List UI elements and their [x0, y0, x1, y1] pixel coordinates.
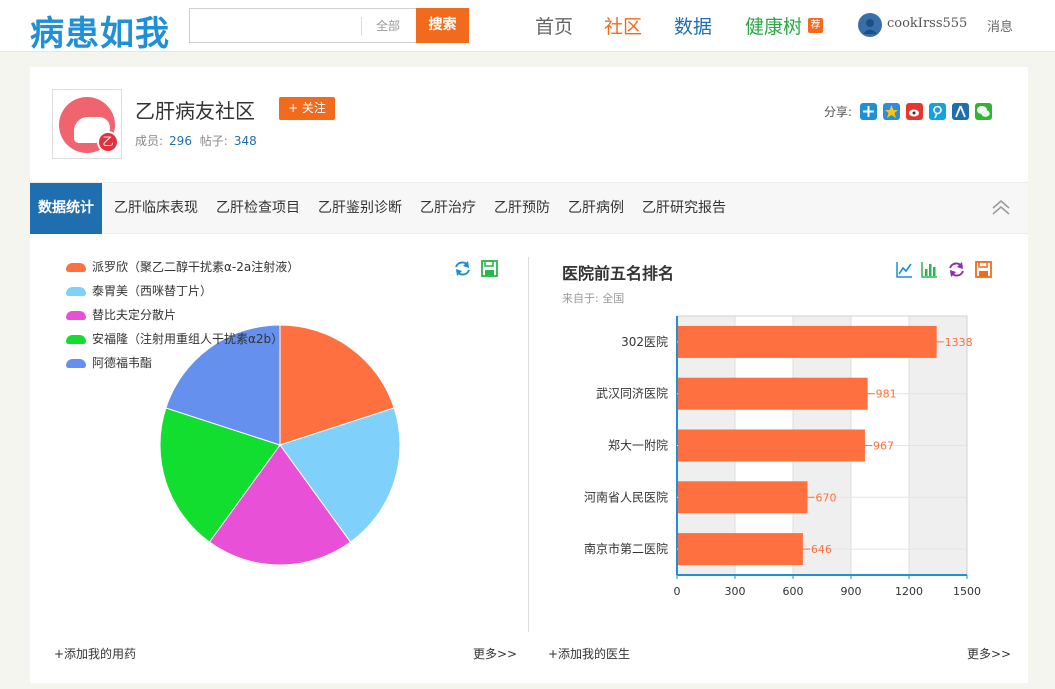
bar[interactable]: [678, 429, 865, 462]
data-label: 646: [811, 543, 832, 556]
tab-bar: 数据统计 乙肝临床表现 乙肝检查项目 乙肝鉴别诊断 乙肝治疗 乙肝预防 乙肝病例…: [30, 182, 1028, 234]
legend-label: 安福隆（注射用重组人干扰素α2b）: [92, 332, 284, 346]
posts-count[interactable]: 348: [234, 134, 257, 148]
share-weibo-icon[interactable]: [906, 103, 923, 120]
share-wechat-icon[interactable]: [975, 103, 992, 120]
category-label: 武汉同济医院: [596, 386, 668, 401]
x-tick-label: 0: [674, 585, 681, 598]
x-tick-label: 300: [725, 585, 746, 598]
user-name[interactable]: cookIrss555: [887, 16, 967, 31]
search-scope-select[interactable]: 全部: [361, 17, 400, 36]
bar[interactable]: [678, 481, 808, 514]
legend-swatch: [66, 311, 86, 320]
user-silhouette-icon: [863, 19, 877, 34]
legend-item[interactable]: 替比夫定分散片: [66, 307, 176, 323]
nav-home[interactable]: 首页: [535, 12, 573, 39]
tab-exams[interactable]: 乙肝检查项目: [216, 183, 300, 234]
category-label: 302医院: [621, 335, 668, 349]
data-source: 来自于: 全国: [562, 292, 625, 305]
posts-label: 帖子:: [199, 134, 228, 148]
tab-clinical[interactable]: 乙肝临床表现: [114, 183, 198, 234]
hospital-ranking-title: 医院前五名排名: [562, 264, 675, 283]
search-input[interactable]: [194, 13, 354, 38]
share-renren-icon[interactable]: [952, 103, 969, 120]
x-tick-label: 600: [783, 585, 804, 598]
x-tick-label: 1500: [953, 585, 981, 598]
x-tick-label: 900: [841, 585, 862, 598]
category-label: 南京市第二医院: [584, 541, 668, 556]
legend-label: 泰胃美（西咪替丁片）: [92, 284, 213, 298]
legend-item[interactable]: 派罗欣（聚乙二醇干扰素α-2a注射液）: [66, 259, 299, 275]
share-label: 分享:: [824, 105, 853, 119]
tab-data-stats[interactable]: 数据统计: [30, 183, 102, 234]
group-stats: 成员: 296 帖子: 348: [135, 132, 261, 149]
add-medication-link[interactable]: +添加我的用药: [54, 645, 136, 662]
bar[interactable]: [678, 325, 937, 358]
tab-treatment[interactable]: 乙肝治疗: [420, 183, 476, 234]
legend-swatch: [66, 287, 86, 296]
bar[interactable]: [678, 533, 803, 566]
refresh-icon[interactable]: [453, 259, 472, 278]
bar[interactable]: [678, 377, 868, 410]
tab-diagnosis[interactable]: 乙肝鉴别诊断: [318, 183, 402, 234]
share-tencent-icon[interactable]: [929, 103, 946, 120]
search-box: 全部: [189, 8, 418, 43]
user-avatar[interactable]: [858, 13, 882, 37]
messages-link[interactable]: 消息: [987, 16, 1013, 35]
x-tick-label: 1200: [895, 585, 923, 598]
add-doctor-link[interactable]: +添加我的医生: [548, 645, 630, 662]
group-logo: 乙: [52, 89, 122, 159]
group-logo-badge: 乙: [97, 131, 119, 153]
legend-label: 阿德福韦酯: [92, 356, 153, 370]
nav-data[interactable]: 数据: [674, 12, 712, 39]
line-chart-icon[interactable]: [895, 260, 914, 279]
nav-community[interactable]: 社区: [604, 12, 642, 39]
community-card: 乙 乙肝病友社区 + 关注 成员: 296 帖子: 348 分享: 数据统计 乙肝临…: [30, 67, 1028, 683]
nav-health-tree[interactable]: 健康树: [745, 12, 802, 39]
search-button[interactable]: 搜索: [416, 8, 469, 43]
category-label: 郑大一附院: [608, 438, 668, 453]
members-count[interactable]: 296: [169, 134, 192, 148]
panel-divider: [528, 257, 529, 632]
recommend-badge: 荐: [808, 18, 823, 33]
tab-cases[interactable]: 乙肝病例: [568, 183, 624, 234]
top-bar: 病患如我 全部 搜索 首页 社区 数据 健康树 荐 cookIrss555 消息: [0, 0, 1055, 55]
follow-button[interactable]: + 关注: [279, 97, 335, 120]
doctor-more-link[interactable]: 更多>>: [967, 645, 1011, 662]
legend-label: 派罗欣（聚乙二醇干扰素α-2a注射液）: [92, 260, 300, 274]
save-icon[interactable]: [480, 259, 499, 278]
tab-prevention[interactable]: 乙肝预防: [494, 183, 550, 234]
site-logo[interactable]: 病患如我: [30, 6, 170, 55]
share-qzone-icon[interactable]: [883, 103, 900, 120]
refresh-icon[interactable]: [947, 260, 966, 279]
legend-item[interactable]: 阿德福韦酯: [66, 355, 152, 371]
medication-pie-chart: [159, 324, 401, 566]
data-label: 1338: [945, 336, 973, 349]
share-more-icon[interactable]: [860, 103, 877, 120]
data-label: 981: [876, 388, 897, 401]
members-label: 成员:: [135, 134, 164, 148]
save-icon[interactable]: [974, 260, 993, 279]
bar-chart-icon[interactable]: [920, 260, 939, 279]
legend-item[interactable]: 泰胃美（西咪替丁片）: [66, 283, 212, 299]
data-label: 967: [873, 440, 894, 453]
collapse-chevron-icon[interactable]: [992, 199, 1010, 217]
legend-item[interactable]: 安福隆（注射用重组人干扰素α2b）: [66, 331, 283, 347]
legend-label: 替比夫定分散片: [92, 308, 177, 322]
medication-more-link[interactable]: 更多>>: [473, 645, 517, 662]
legend-swatch: [66, 335, 86, 344]
hospital-bar-chart: 1338 302医院 981 武汉同济医院 967 郑大一附院 670 河南省人民医院 646 南…: [584, 315, 981, 598]
data-label: 670: [816, 491, 837, 504]
legend-swatch: [66, 263, 86, 272]
tab-research[interactable]: 乙肝研究报告: [642, 183, 726, 234]
group-title: 乙肝病友社区: [135, 99, 255, 123]
legend-swatch: [66, 359, 86, 368]
category-label: 河南省人民医院: [584, 489, 668, 504]
